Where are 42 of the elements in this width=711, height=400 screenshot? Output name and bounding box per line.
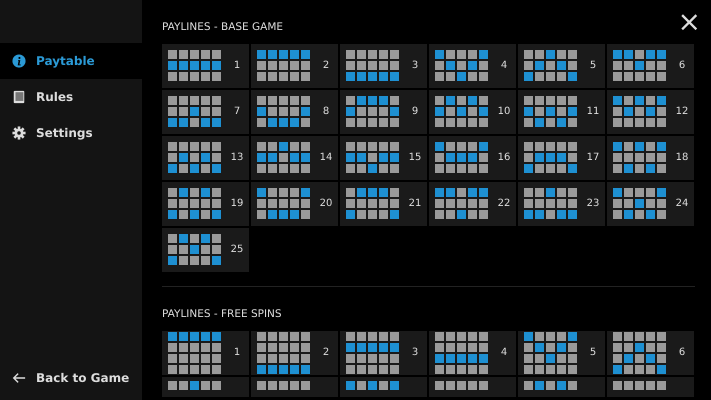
payline-number: 12 [674, 105, 690, 120]
payline-number: 5 [588, 59, 598, 74]
book-icon [12, 90, 26, 104]
back-arrow-icon [12, 371, 26, 385]
payline-number: 15 [408, 151, 422, 166]
section-title: PAYLINES - FREE SPINS [162, 306, 282, 322]
close-button[interactable]: × [674, 8, 705, 36]
payline-number: 22 [496, 197, 512, 212]
payline-number: 9 [410, 105, 420, 120]
payline-number: 2 [322, 346, 330, 360]
payline-number: 20 [318, 197, 334, 212]
payline-number: 8 [322, 105, 330, 120]
section-title: PAYLINES - BASE GAME [162, 20, 284, 35]
payline-number: 3 [410, 59, 420, 74]
payline-number: 24 [674, 197, 690, 212]
info-icon [12, 54, 26, 68]
sidebar-item[interactable]: Rules [0, 79, 142, 115]
payline-number: 13 [230, 151, 244, 166]
payline-number: 7 [232, 105, 242, 120]
payline-number: 21 [408, 197, 422, 212]
payline-number: 23 [586, 197, 600, 212]
sidebar-item[interactable]: Settings [0, 115, 142, 151]
payline-number: 10 [496, 105, 512, 120]
payline-number: 14 [318, 151, 334, 166]
payline-number: 1 [232, 346, 242, 360]
settings-icon [12, 126, 26, 140]
payline-number: 25 [230, 243, 244, 258]
payline-number: 16 [496, 151, 512, 166]
payline-number: 5 [588, 346, 598, 360]
payline-number: 1 [232, 59, 242, 74]
payline-number: 19 [230, 197, 244, 212]
payline-number: 18 [674, 151, 690, 166]
payline-number: 3 [410, 346, 420, 360]
payline-number: 17 [586, 151, 600, 166]
back-to-game-button[interactable]: Back to Game [0, 360, 142, 396]
payline-number: 6 [678, 59, 686, 74]
payline-number: 4 [500, 346, 508, 360]
payline-number: 4 [500, 59, 508, 74]
sidebar-item[interactable]: Paytable [0, 43, 142, 79]
payline-number: 6 [678, 346, 686, 360]
payline-number: 11 [586, 105, 600, 120]
payline-number: 2 [322, 59, 330, 74]
